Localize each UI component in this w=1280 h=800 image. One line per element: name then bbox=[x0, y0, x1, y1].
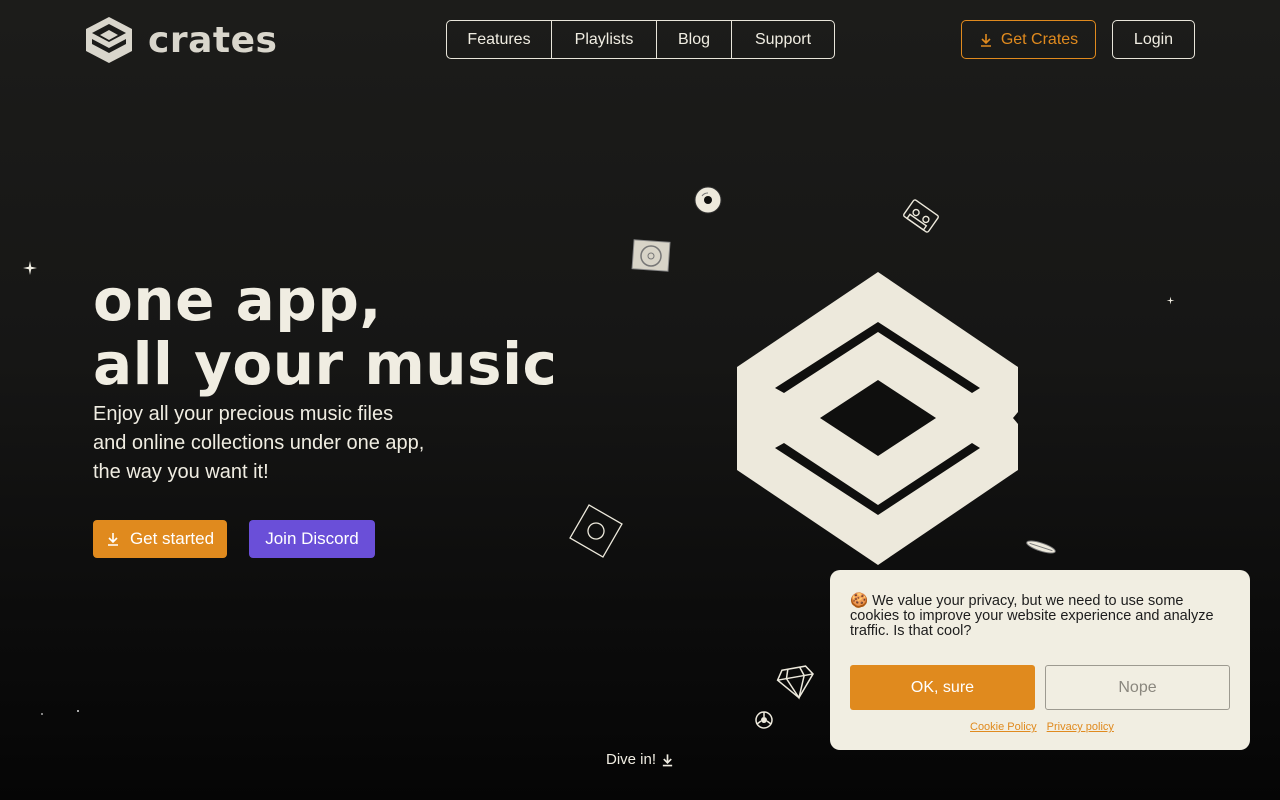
sparkle-icon bbox=[23, 261, 37, 275]
nav-playlists[interactable]: Playlists bbox=[551, 20, 657, 59]
cookie-accept-button[interactable]: OK, sure bbox=[850, 665, 1035, 710]
star-dot bbox=[77, 710, 79, 712]
guitar-pick-icon bbox=[1026, 540, 1056, 554]
get-started-label: Get started bbox=[129, 529, 215, 548]
hero-subtitle-line: and online collections under one app, bbox=[93, 432, 425, 454]
get-crates-label: Get Crates bbox=[1000, 30, 1079, 48]
crates-hero-logo-icon bbox=[737, 272, 1018, 565]
cassette-tape-icon bbox=[903, 199, 939, 233]
join-discord-button[interactable]: Join Discord bbox=[249, 520, 375, 558]
nav-blog[interactable]: Blog bbox=[656, 20, 732, 59]
download-arrow-icon bbox=[662, 753, 673, 766]
hero-title-line: one app, bbox=[93, 266, 382, 334]
nav-support[interactable]: Support bbox=[731, 20, 835, 59]
diamond-icon bbox=[776, 665, 814, 700]
hero-title: one app, all your music bbox=[93, 268, 557, 396]
download-icon bbox=[980, 33, 991, 47]
get-started-button[interactable]: Get started bbox=[93, 520, 227, 558]
brand-logo[interactable]: crates bbox=[84, 15, 277, 65]
hero-subtitle: Enjoy all your precious music files and … bbox=[93, 400, 424, 487]
cookie-icon: 🍪 bbox=[850, 593, 869, 609]
sparkle-icon bbox=[1166, 296, 1175, 305]
hero-subtitle-line: the way you want it! bbox=[93, 461, 269, 483]
privacy-policy-link[interactable]: Privacy policy bbox=[1047, 721, 1114, 733]
download-icon bbox=[107, 533, 118, 546]
cd-case-icon bbox=[631, 239, 671, 272]
hero-subtitle-line: Enjoy all your precious music files bbox=[93, 403, 394, 425]
get-crates-button[interactable]: Get Crates bbox=[961, 20, 1096, 59]
record-sleeve-icon bbox=[569, 504, 623, 558]
cookie-decline-button[interactable]: Nope bbox=[1045, 665, 1230, 710]
dive-in-link[interactable]: Dive in! bbox=[606, 751, 674, 768]
cookie-message: 🍪 We value your privacy, but we need to … bbox=[850, 594, 1230, 639]
brand-name: crates bbox=[148, 19, 278, 61]
cookie-banner: 🍪 We value your privacy, but we need to … bbox=[830, 570, 1250, 750]
dive-in-label: Dive in! bbox=[606, 751, 657, 768]
vinyl-disc-icon bbox=[694, 186, 722, 214]
cookie-text: We value your privacy, but we need to us… bbox=[850, 593, 1214, 639]
hero-title-line: all your music bbox=[93, 330, 558, 398]
crates-logo-icon bbox=[86, 17, 132, 63]
login-button[interactable]: Login bbox=[1112, 20, 1195, 59]
record-adapter-icon bbox=[755, 711, 773, 729]
star-dot bbox=[41, 713, 43, 715]
main-nav: Features Playlists Blog Support bbox=[446, 20, 835, 59]
nav-features[interactable]: Features bbox=[446, 20, 552, 59]
cookie-policy-link[interactable]: Cookie Policy bbox=[970, 721, 1037, 733]
